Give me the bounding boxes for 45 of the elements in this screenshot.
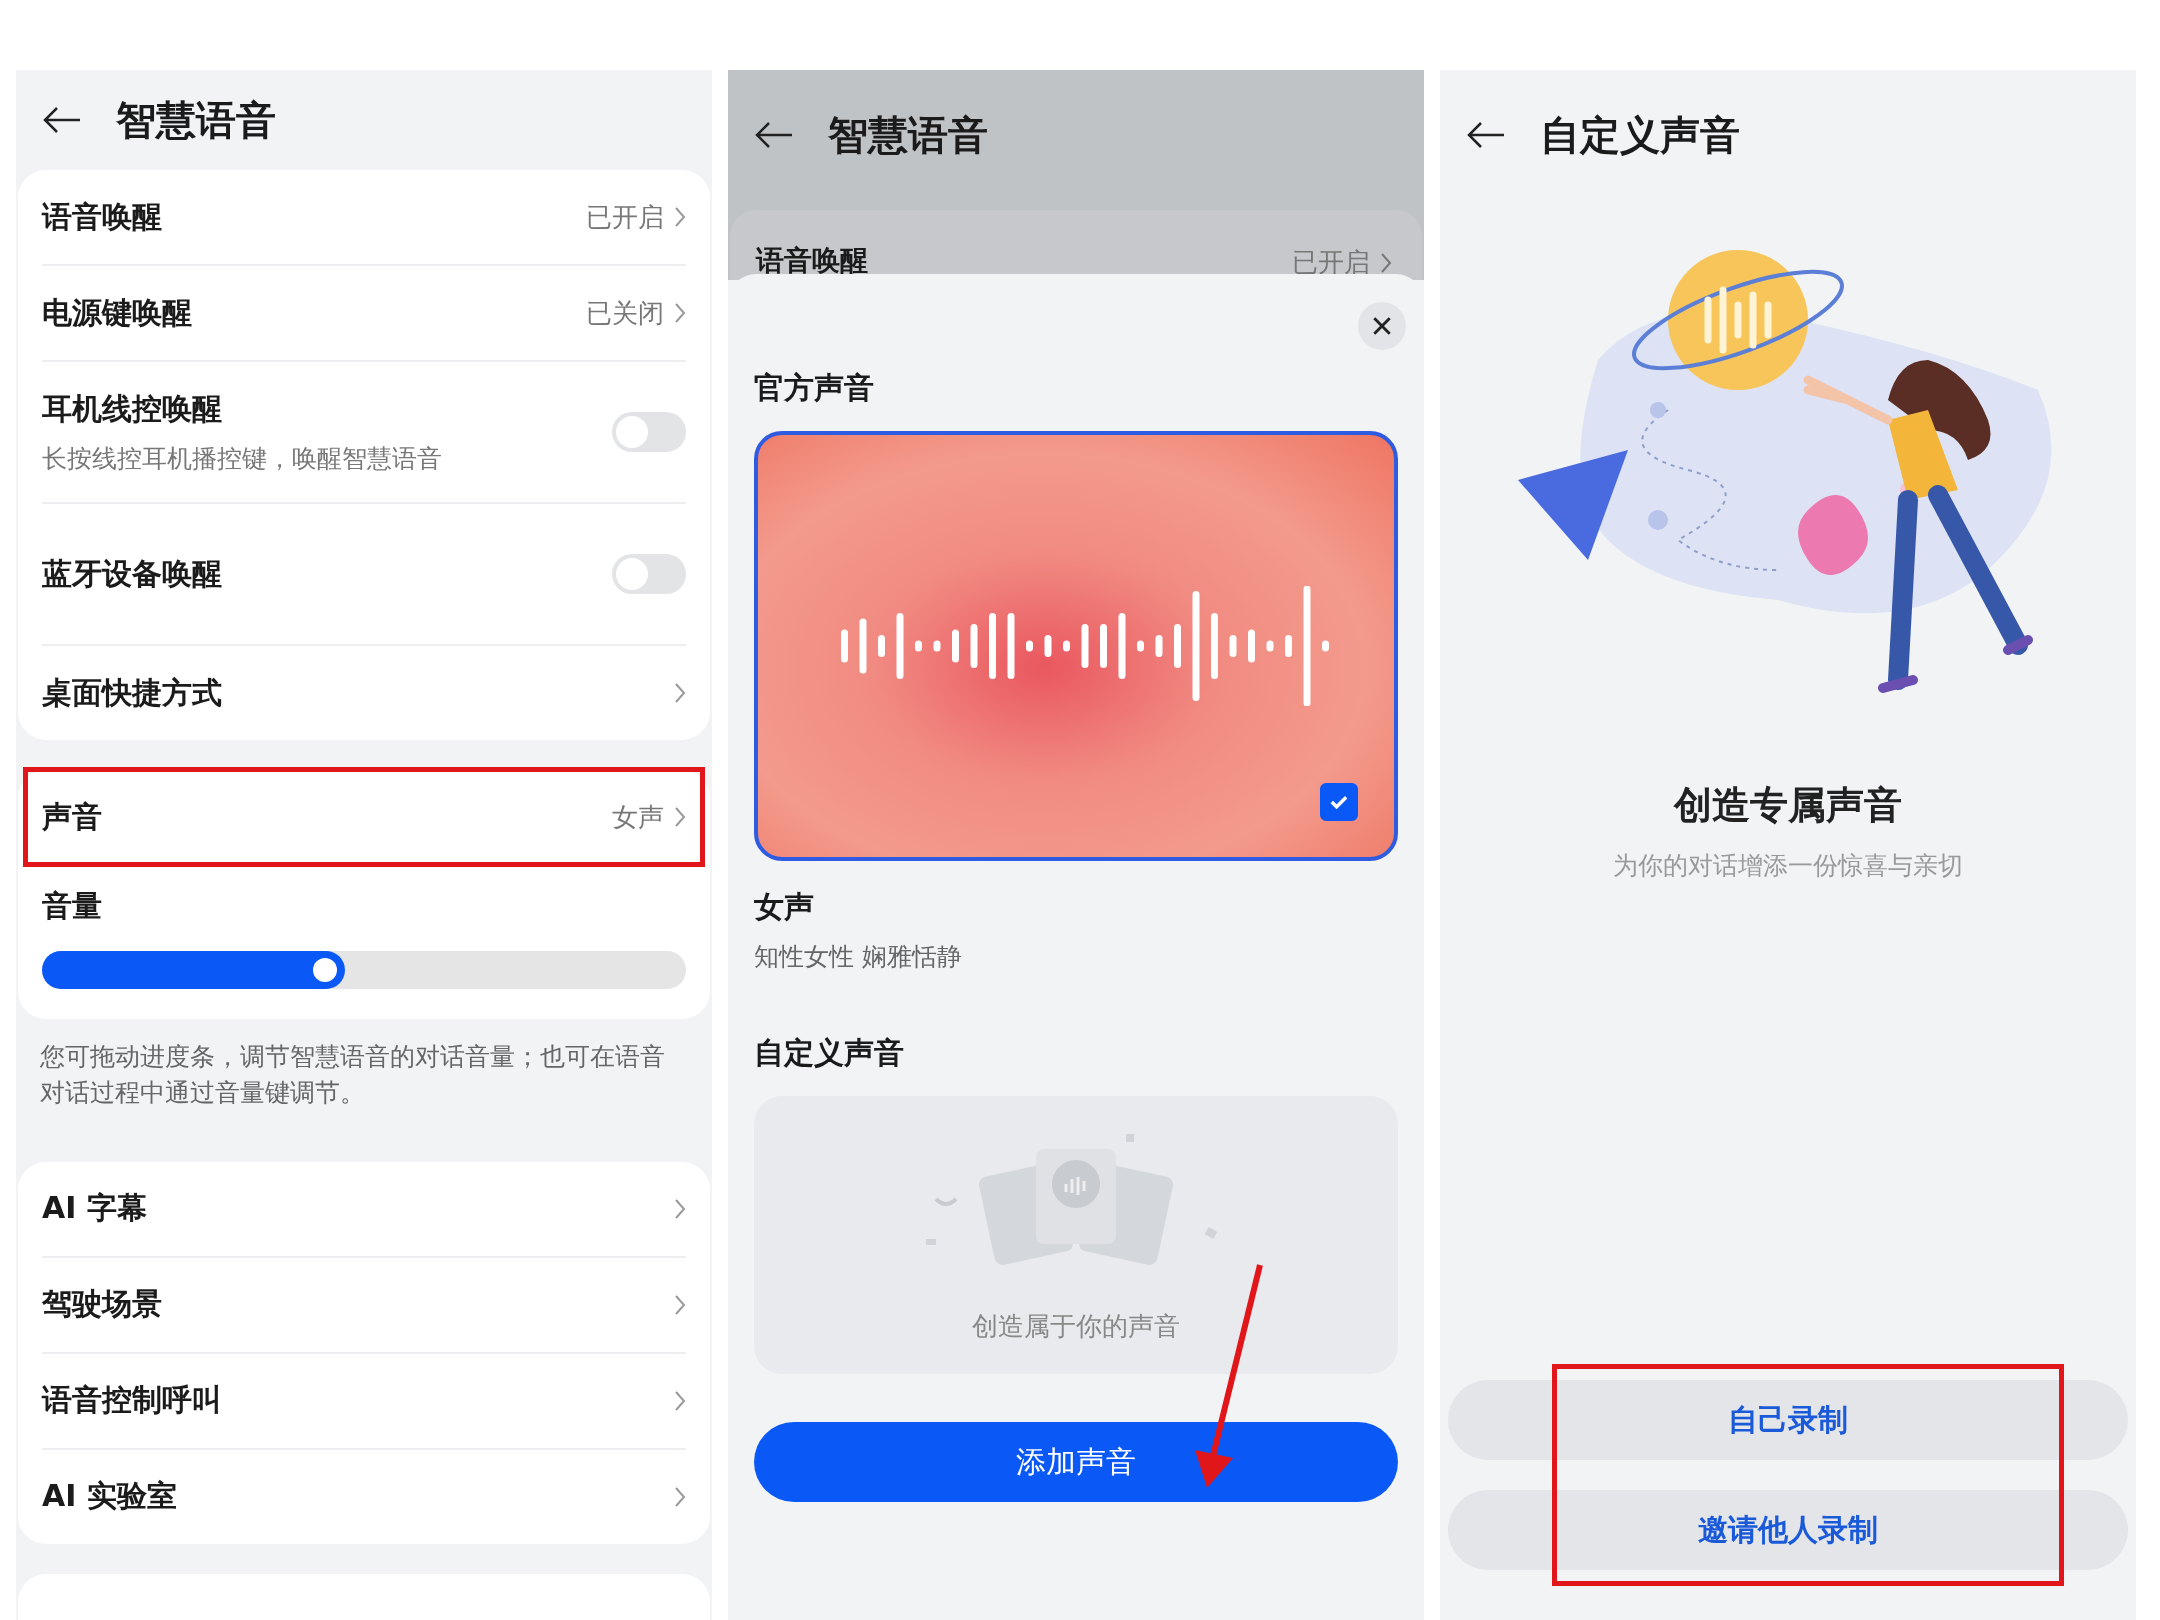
setting-description: 长按线控耳机播控键，唤醒智慧语音: [42, 443, 442, 476]
subtitle: 为你的对话增添一份惊喜与亲切: [1612, 850, 1964, 882]
volume-slider[interactable]: [42, 951, 686, 990]
settings-row: 语音唤醒 已开启: [730, 210, 1422, 280]
section-title: 自定义声音: [754, 1034, 905, 1072]
chevron-right-icon: [674, 1389, 686, 1412]
settings-row[interactable]: 桌面快捷方式: [34, 646, 694, 741]
chevron-right-icon: [674, 1293, 686, 1316]
setting-label: 耳机线控唤醒: [42, 390, 223, 429]
settings-row[interactable]: 电源键唤醒 已关闭: [34, 266, 694, 361]
volume-hint: 您可拖动进度条，调节智慧语音的对话音量；也可在语音对话过程中通过音量键调节。: [39, 1041, 666, 1110]
settings-row[interactable]: 驾驶场景: [34, 1257, 694, 1352]
chevron-right-icon: [674, 302, 686, 325]
screen-title: 智慧语音: [828, 110, 988, 160]
chevron-right-icon: [674, 1485, 686, 1508]
voice-name: 女声: [754, 888, 815, 926]
chevron-right-icon: [674, 682, 686, 705]
section-title: 官方声音: [754, 369, 875, 407]
screen-title: 自定义声音: [1540, 110, 1740, 160]
settings-row[interactable]: 语音控制呼叫: [34, 1353, 694, 1448]
chevron-right-icon: [674, 806, 686, 829]
settings-row[interactable]: 声音 女声: [26, 770, 702, 865]
back-icon[interactable]: [754, 120, 794, 150]
voice-description: 知性女性 娴雅恬静: [754, 941, 963, 973]
heading: 创造专属声音: [1672, 782, 1903, 829]
voice-card[interactable]: [754, 431, 1398, 861]
settings-row[interactable]: 语音唤醒 已开启: [34, 170, 694, 265]
settings-row[interactable]: AI 实验室: [34, 1449, 694, 1544]
screen-title: 智慧语音: [116, 95, 276, 145]
chevron-right-icon: [1380, 251, 1392, 274]
record-option-button[interactable]: 邀请他人录制: [1448, 1490, 2128, 1570]
setting-label: 音量: [42, 887, 103, 926]
empty-caption: 创造属于你的声音: [972, 1310, 1180, 1343]
chevron-right-icon: [674, 1197, 686, 1220]
toggle-switch[interactable]: [612, 554, 686, 595]
back-icon[interactable]: [1466, 120, 1506, 150]
toggle-switch[interactable]: [612, 412, 686, 453]
add-voice-button[interactable]: 添加声音: [754, 1422, 1398, 1502]
settings-row[interactable]: AI 字幕: [34, 1161, 694, 1256]
checkbox[interactable]: [1320, 783, 1358, 821]
chevron-right-icon: [674, 206, 686, 229]
record-option-button[interactable]: 自己录制: [1448, 1380, 2128, 1460]
close-button[interactable]: [1358, 302, 1406, 350]
close-icon: [1371, 315, 1393, 337]
setting-label: 蓝牙设备唤醒: [42, 554, 222, 593]
